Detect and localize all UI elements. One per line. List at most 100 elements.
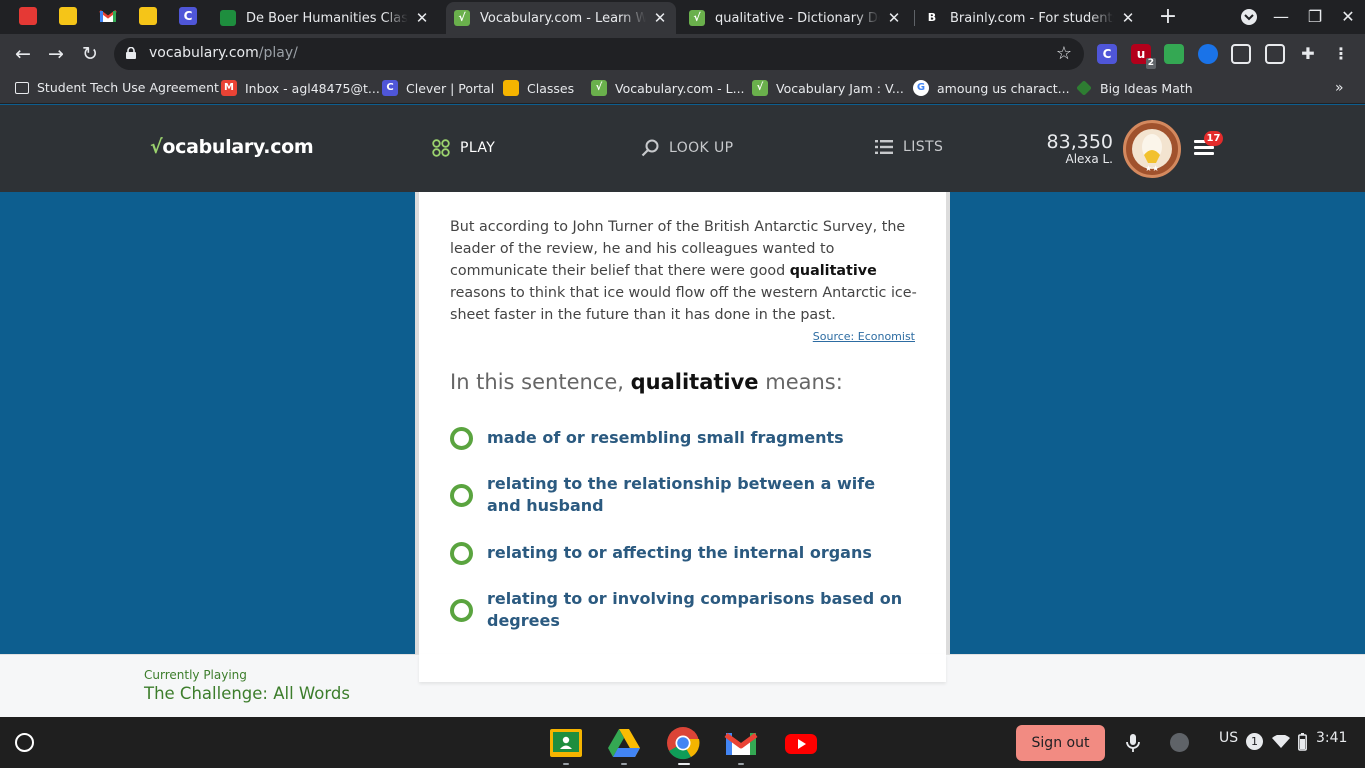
reload-icon[interactable]: ↻ (76, 40, 104, 68)
extensions-puzzle-icon[interactable]: ✚ (1298, 44, 1318, 64)
new-tab-button[interactable]: + (1155, 4, 1181, 30)
user-score[interactable]: 83,350 Alexa L. (1047, 132, 1113, 166)
pinned-tab-slides-icon[interactable] (59, 7, 77, 25)
tab-vocabulary[interactable]: √ Vocabulary.com - Learn Words ✕ (446, 2, 676, 34)
chrome-menu-icon[interactable]: ⋮ (1331, 44, 1351, 64)
bookmark-item[interactable]: Big Ideas Math (1076, 80, 1193, 96)
nav-lookup[interactable]: LOOK UP (641, 139, 733, 157)
back-icon[interactable]: ← (9, 40, 37, 68)
tab-brainly[interactable]: B Brainly.com - For students. By ✕ (916, 2, 1144, 34)
close-tab-icon[interactable]: ✕ (414, 9, 430, 27)
notification-count-badge[interactable]: 1 (1246, 733, 1263, 750)
extension-clever-icon[interactable]: C (1097, 44, 1117, 64)
maximize-icon[interactable]: ❐ (1303, 5, 1327, 29)
drive-app-icon[interactable] (607, 726, 641, 760)
bookmark-label: Student Tech Use Agreement (37, 80, 219, 95)
bookmark-item[interactable]: √ Vocabulary.com - L... (591, 80, 745, 96)
points-value: 83,350 (1046, 131, 1113, 153)
list-icon (875, 140, 893, 154)
user-name: Alexa L. (1065, 152, 1113, 166)
answer-choice[interactable]: relating to or involving comparisons bas… (450, 588, 910, 632)
wifi-icon[interactable] (1272, 735, 1290, 749)
extension-ublock-icon[interactable]: u2 (1131, 44, 1156, 69)
close-tab-icon[interactable]: ✕ (886, 9, 902, 27)
forward-icon[interactable]: → (42, 40, 70, 68)
radio-circle-icon[interactable] (450, 427, 473, 450)
bookmark-star-icon[interactable]: ☆ (1056, 43, 1072, 64)
bookmark-item[interactable]: M Inbox - agl48475@t... (221, 80, 380, 96)
youtube-app-icon[interactable] (784, 726, 818, 760)
answer-choice[interactable]: relating to or affecting the internal or… (450, 542, 910, 565)
close-tab-icon[interactable]: ✕ (1120, 9, 1136, 27)
classroom-app-icon[interactable] (549, 726, 583, 760)
classroom-icon (503, 80, 519, 96)
site-header: √ocabulary.com PLAY LOOK UP LISTS 83,350… (0, 105, 1365, 192)
bookmark-item[interactable]: Student Tech Use Agreement (15, 80, 219, 95)
close-tab-icon[interactable]: ✕ (652, 9, 668, 27)
logo-check: √ (150, 136, 163, 158)
vocabulary-logo[interactable]: √ocabulary.com (150, 136, 314, 158)
tab-classroom[interactable]: De Boer Humanities Class Ser ✕ (212, 2, 438, 34)
clock-time[interactable]: 3:41 (1316, 730, 1347, 746)
radio-circle-icon[interactable] (450, 484, 473, 507)
extension-qr-icon[interactable] (1231, 44, 1251, 64)
answer-choice-label: relating to or affecting the internal or… (487, 543, 872, 562)
url-text: vocabulary.com/play/ (149, 45, 298, 61)
source-link[interactable]: Source: Economist (813, 330, 915, 343)
pinned-tab-slides2-icon[interactable] (139, 7, 157, 25)
os-shelf: Sign out US 1 3:41 (0, 717, 1365, 768)
pinned-tab-clever-icon[interactable]: C (179, 7, 197, 25)
microphone-icon[interactable] (1125, 733, 1141, 753)
running-indicator (738, 763, 744, 765)
nav-lookup-label: LOOK UP (669, 140, 734, 156)
tab-search-icon[interactable] (1237, 5, 1261, 29)
tab-title: qualitative - Dictionary Definiti (715, 10, 880, 26)
prompt-after: means: (758, 370, 843, 394)
close-window-icon[interactable]: ✕ (1336, 5, 1360, 29)
keyboard-layout[interactable]: US (1219, 730, 1238, 746)
bookmark-item[interactable]: √ Vocabulary Jam : V... (752, 80, 904, 96)
nav-lists[interactable]: LISTS (875, 139, 943, 155)
chrome-app-icon[interactable] (666, 726, 700, 760)
running-indicator (563, 763, 569, 765)
extension-shield-icon[interactable] (1198, 44, 1218, 64)
gmail-icon: M (221, 80, 237, 96)
radio-circle-icon[interactable] (450, 599, 473, 622)
extension-screen-icon[interactable] (1265, 44, 1285, 64)
tab-title: Vocabulary.com - Learn Words (480, 10, 646, 26)
prompt-before: In this sentence, (450, 370, 631, 394)
google-icon: G (913, 80, 929, 96)
currently-playing-caption: Currently Playing (144, 668, 247, 682)
minimize-icon[interactable]: — (1269, 5, 1293, 29)
bookmark-item[interactable]: Classes (503, 80, 574, 96)
pinned-tab-icon[interactable] (19, 7, 37, 25)
sentence-target-word: qualitative (789, 263, 877, 279)
screen-capture-icon[interactable] (1170, 733, 1189, 752)
tab-qualitative[interactable]: √ qualitative - Dictionary Definiti ✕ (681, 2, 910, 34)
currently-playing-title[interactable]: The Challenge: All Words (144, 684, 350, 703)
sign-out-button[interactable]: Sign out (1016, 725, 1105, 761)
answer-choice[interactable]: relating to the relationship between a w… (450, 473, 910, 517)
address-bar[interactable]: vocabulary.com/play/ ☆ (114, 38, 1084, 70)
gmail-app-icon[interactable] (724, 726, 758, 760)
answer-choice[interactable]: made of or resembling small fragments (450, 427, 910, 450)
folder-icon (15, 81, 29, 94)
answer-choice-label: relating to or involving comparisons bas… (487, 589, 903, 630)
nav-play-label: PLAY (460, 140, 496, 156)
pinned-tab-gmail-icon[interactable] (99, 7, 117, 25)
radio-circle-icon[interactable] (450, 542, 473, 565)
launcher-icon[interactable] (15, 733, 34, 752)
browser-toolbar: ← → ↻ vocabulary.com/play/ ☆ C u2 ✚ ⋮ (0, 34, 1365, 74)
vocabulary-favicon-icon: √ (689, 10, 705, 26)
bookmark-item[interactable]: C Clever | Portal (382, 80, 494, 96)
avatar[interactable]: ★★ (1123, 120, 1181, 178)
card-bottom (419, 654, 946, 682)
extension-drive-icon[interactable] (1164, 44, 1184, 64)
nav-play[interactable]: PLAY (432, 139, 495, 157)
bookmark-label: amoung us charact... (937, 80, 1070, 96)
brainly-icon: B (927, 11, 937, 24)
bookmark-item[interactable]: Gamoung us charact... (913, 80, 1070, 96)
battery-icon[interactable] (1298, 733, 1307, 751)
browser-tab-strip: C De Boer Humanities Class Ser ✕ √ Vocab… (0, 0, 1365, 34)
bookmarks-overflow-button[interactable]: » (1335, 80, 1344, 96)
